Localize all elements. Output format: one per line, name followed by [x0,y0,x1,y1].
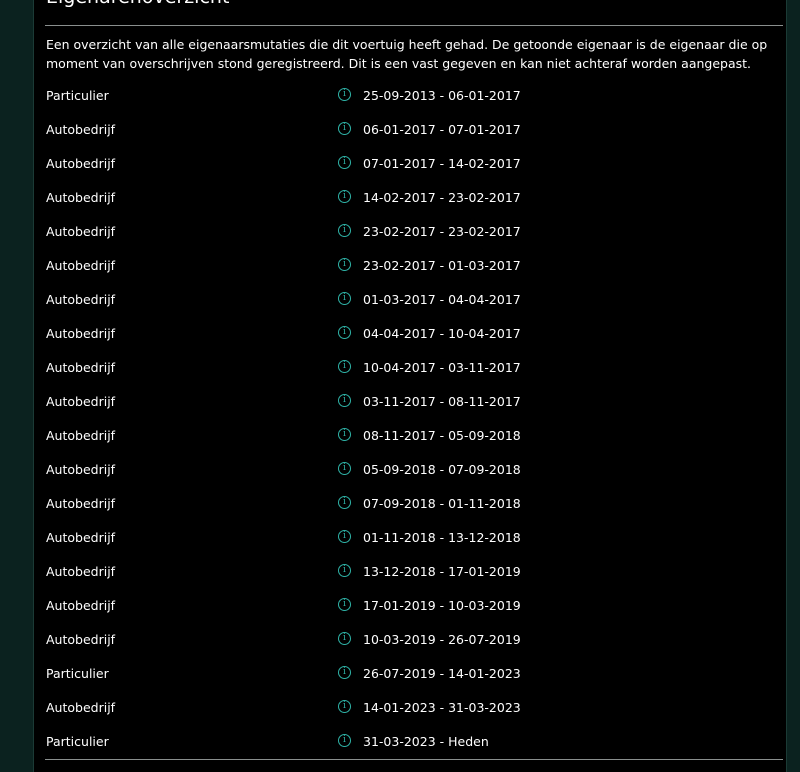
info-icon[interactable]: i [338,428,351,441]
ownership-period: 31-03-2023 - Heden [363,734,489,749]
ownership-period: 10-04-2017 - 03-11-2017 [363,360,521,375]
owner-row: Autobedrijf i 01-03-2017 - 04-04-2017 [34,283,786,317]
ownership-period: 14-02-2017 - 23-02-2017 [363,190,521,205]
ownership-period: 01-11-2018 - 13-12-2018 [363,530,521,545]
owner-row: Particulier i 31-03-2023 - Heden [34,725,786,759]
owner-row: Autobedrijf i 05-09-2018 - 07-09-2018 [34,453,786,487]
info-icon[interactable]: i [338,564,351,577]
ownership-period: 26-07-2019 - 14-01-2023 [363,666,521,681]
owner-row: Autobedrijf i 13-12-2018 - 17-01-2019 [34,555,786,589]
ownership-period: 23-02-2017 - 23-02-2017 [363,224,521,239]
owner-row: Autobedrijf i 10-04-2017 - 03-11-2017 [34,351,786,385]
owner-type: Autobedrijf [46,394,116,409]
owner-type: Autobedrijf [46,632,116,647]
owner-type: Autobedrijf [46,292,116,307]
info-icon[interactable]: i [338,598,351,611]
ownership-period: 01-03-2017 - 04-04-2017 [363,292,521,307]
page-background-left [0,0,33,772]
owner-type: Autobedrijf [46,598,116,613]
ownership-period: 06-01-2017 - 07-01-2017 [363,122,521,137]
owner-row: Autobedrijf i 08-11-2017 - 05-09-2018 [34,419,786,453]
owner-row: Autobedrijf i 01-11-2018 - 13-12-2018 [34,521,786,555]
owner-list: Particulier i 25-09-2013 - 06-01-2017 Au… [34,79,786,759]
ownership-period: 08-11-2017 - 05-09-2018 [363,428,521,443]
title-divider [45,25,783,26]
info-icon[interactable]: i [338,190,351,203]
info-icon[interactable]: i [338,122,351,135]
owner-type: Autobedrijf [46,360,116,375]
ownership-period: 25-09-2013 - 06-01-2017 [363,88,521,103]
ownership-period: 10-03-2019 - 26-07-2019 [363,632,521,647]
owner-row: Autobedrijf i 23-02-2017 - 01-03-2017 [34,249,786,283]
owner-type: Autobedrijf [46,496,116,511]
owner-type: Autobedrijf [46,462,116,477]
ownership-period: 23-02-2017 - 01-03-2017 [363,258,521,273]
ownership-period: 07-01-2017 - 14-02-2017 [363,156,521,171]
owner-row: Autobedrijf i 03-11-2017 - 08-11-2017 [34,385,786,419]
owner-type: Autobedrijf [46,326,116,341]
info-icon[interactable]: i [338,632,351,645]
owner-row: Autobedrijf i 14-01-2023 - 31-03-2023 [34,691,786,725]
info-icon[interactable]: i [338,258,351,271]
info-icon[interactable]: i [338,734,351,747]
owner-type: Particulier [46,734,109,749]
info-icon[interactable]: i [338,156,351,169]
ownership-period: 13-12-2018 - 17-01-2019 [363,564,521,579]
ownership-period: 07-09-2018 - 01-11-2018 [363,496,521,511]
info-icon[interactable]: i [338,326,351,339]
ownership-period: 03-11-2017 - 08-11-2017 [363,394,521,409]
owner-type: Autobedrijf [46,258,116,273]
owner-row: Particulier i 25-09-2013 - 06-01-2017 [34,79,786,113]
owner-row: Autobedrijf i 07-09-2018 - 01-11-2018 [34,487,786,521]
info-icon[interactable]: i [338,462,351,475]
owner-type: Autobedrijf [46,530,116,545]
section-intro: Een overzicht van alle eigenaarsmutaties… [46,37,768,71]
info-icon[interactable]: i [338,666,351,679]
page-background-right [787,0,800,772]
owner-row: Particulier i 26-07-2019 - 14-01-2023 [34,657,786,691]
owner-type: Autobedrijf [46,224,116,239]
ownership-period: 14-01-2023 - 31-03-2023 [363,700,521,715]
owner-type: Autobedrijf [46,122,116,137]
owner-type: Autobedrijf [46,700,116,715]
owner-type: Autobedrijf [46,428,116,443]
info-icon[interactable]: i [338,224,351,237]
owner-row: Autobedrijf i 10-03-2019 - 26-07-2019 [34,623,786,657]
owner-row: Autobedrijf i 17-01-2019 - 10-03-2019 [34,589,786,623]
owner-type: Autobedrijf [46,156,116,171]
owner-row: Autobedrijf i 23-02-2017 - 23-02-2017 [34,215,786,249]
info-icon[interactable]: i [338,530,351,543]
owner-row: Autobedrijf i 14-02-2017 - 23-02-2017 [34,181,786,215]
info-icon[interactable]: i [338,360,351,373]
owner-row: Autobedrijf i 07-01-2017 - 14-02-2017 [34,147,786,181]
owner-type: Particulier [46,666,109,681]
ownership-period: 17-01-2019 - 10-03-2019 [363,598,521,613]
ownership-period: 05-09-2018 - 07-09-2018 [363,462,521,477]
ownership-period: 04-04-2017 - 10-04-2017 [363,326,521,341]
info-icon[interactable]: i [338,292,351,305]
owner-row: Autobedrijf i 06-01-2017 - 07-01-2017 [34,113,786,147]
info-icon[interactable]: i [338,88,351,101]
owner-type: Autobedrijf [46,564,116,579]
info-icon[interactable]: i [338,496,351,509]
owner-row: Autobedrijf i 04-04-2017 - 10-04-2017 [34,317,786,351]
owner-history-panel: Eigenarenoverzicht Een overzicht van all… [33,0,787,772]
owner-type: Autobedrijf [46,190,116,205]
owner-type: Particulier [46,88,109,103]
info-icon[interactable]: i [338,394,351,407]
section-title: Eigenarenoverzicht [46,0,229,10]
info-icon[interactable]: i [338,700,351,713]
list-bottom-divider [45,759,783,760]
